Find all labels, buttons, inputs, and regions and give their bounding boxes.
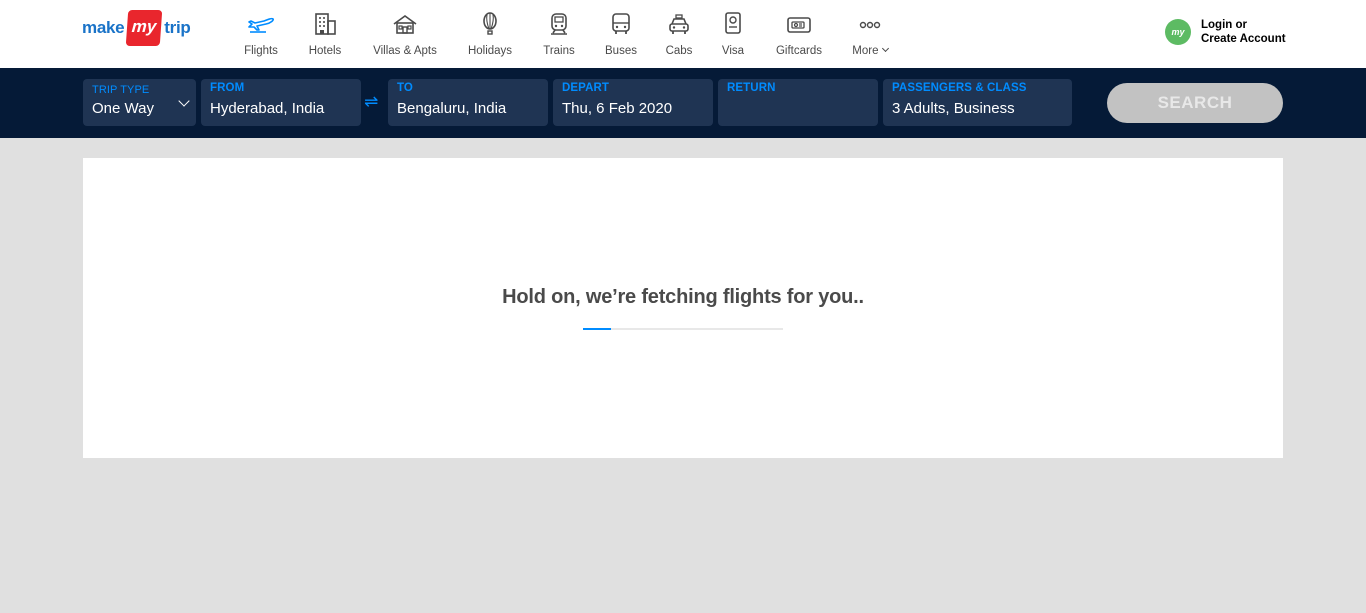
create-account-line: Create Account (1201, 33, 1286, 45)
main-nav: Flights Hotels Villas & Apts Holidays Tr… (230, 0, 902, 68)
nav-label-trains: Trains (543, 45, 575, 57)
nav-label-holidays: Holidays (467, 45, 513, 57)
nav-item-visa[interactable]: Visa (706, 0, 760, 68)
nav-item-cabs[interactable]: Cabs (652, 0, 706, 68)
search-widget: TRIP TYPE One Way FROM Hyderabad, India … (0, 68, 1366, 138)
nav-item-villas[interactable]: Villas & Apts (358, 0, 452, 68)
villa-icon (390, 12, 420, 41)
to-label: TO (397, 82, 413, 94)
passengers-value: 3 Adults, Business (892, 100, 1015, 117)
logo-make-text: make (82, 18, 125, 37)
logo-my-text: my (126, 10, 163, 46)
train-icon (544, 12, 574, 41)
depart-label: DEPART (562, 82, 610, 94)
makemytrip-logo[interactable]: make my trip (82, 10, 191, 46)
chevron-down-icon (881, 44, 889, 53)
nav-label-more: More (852, 45, 879, 57)
bus-icon (606, 12, 636, 41)
logo-trip-text: trip (164, 18, 191, 37)
return-label: RETURN (727, 82, 776, 94)
depart-value: Thu, 6 Feb 2020 (562, 100, 673, 117)
nav-item-hotels[interactable]: Hotels (292, 0, 358, 68)
nav-label-more-wrap: More (852, 44, 889, 57)
cab-icon (664, 12, 694, 41)
trip-type-label: TRIP TYPE (92, 84, 150, 96)
nav-label-buses: Buses (605, 45, 637, 57)
nav-label-cabs: Cabs (665, 45, 693, 57)
from-field[interactable]: FROM Hyderabad, India (201, 79, 361, 126)
trip-type-select[interactable]: TRIP TYPE One Way (83, 79, 196, 126)
more-dots-icon (855, 12, 885, 41)
nav-item-giftcards[interactable]: Giftcards (760, 0, 838, 68)
nav-label-hotels: Hotels (308, 45, 342, 57)
nav-item-buses[interactable]: Buses (590, 0, 652, 68)
results-panel: Hold on, we’re fetching flights for you.… (83, 158, 1283, 458)
nav-label-visa: Visa (721, 45, 745, 57)
nav-item-trains[interactable]: Trains (528, 0, 590, 68)
from-label: FROM (210, 82, 245, 94)
passengers-label: PASSENGERS & CLASS (892, 82, 1027, 94)
depart-field[interactable]: DEPART Thu, 6 Feb 2020 (553, 79, 713, 126)
login-button[interactable]: my Login or Create Account (1165, 18, 1286, 46)
nav-label-giftcards: Giftcards (775, 45, 822, 57)
nav-item-holidays[interactable]: Holidays (452, 0, 528, 68)
nav-label-villas: Villas & Apts (373, 45, 437, 57)
login-line1: Login or (1201, 19, 1247, 31)
top-header: make my trip Flights Hotels Villas & Apt… (0, 0, 1366, 68)
hotel-icon (310, 12, 340, 41)
balloon-icon (475, 12, 505, 41)
return-field[interactable]: RETURN (718, 79, 878, 126)
nav-label-flights: Flights (244, 45, 278, 57)
giftcard-icon (784, 12, 814, 41)
nav-item-more[interactable]: More (838, 0, 902, 68)
user-avatar: my (1165, 19, 1191, 45)
to-field[interactable]: TO Bengaluru, India (388, 79, 548, 126)
trip-type-value: One Way (92, 100, 154, 117)
passport-icon (718, 12, 748, 41)
search-button[interactable]: SEARCH (1107, 83, 1283, 123)
login-text: Login or Create Account (1201, 18, 1286, 46)
loading-progress-bar (583, 328, 783, 330)
from-value: Hyderabad, India (210, 100, 325, 117)
nav-item-flights[interactable]: Flights (230, 0, 292, 68)
loading-message: Hold on, we’re fetching flights for you.… (502, 286, 864, 308)
swap-icon[interactable]: ⇌ (364, 92, 378, 112)
progress-fill (583, 328, 611, 330)
plane-icon (246, 12, 276, 41)
passengers-class-field[interactable]: PASSENGERS & CLASS 3 Adults, Business (883, 79, 1072, 126)
to-value: Bengaluru, India (397, 100, 507, 117)
